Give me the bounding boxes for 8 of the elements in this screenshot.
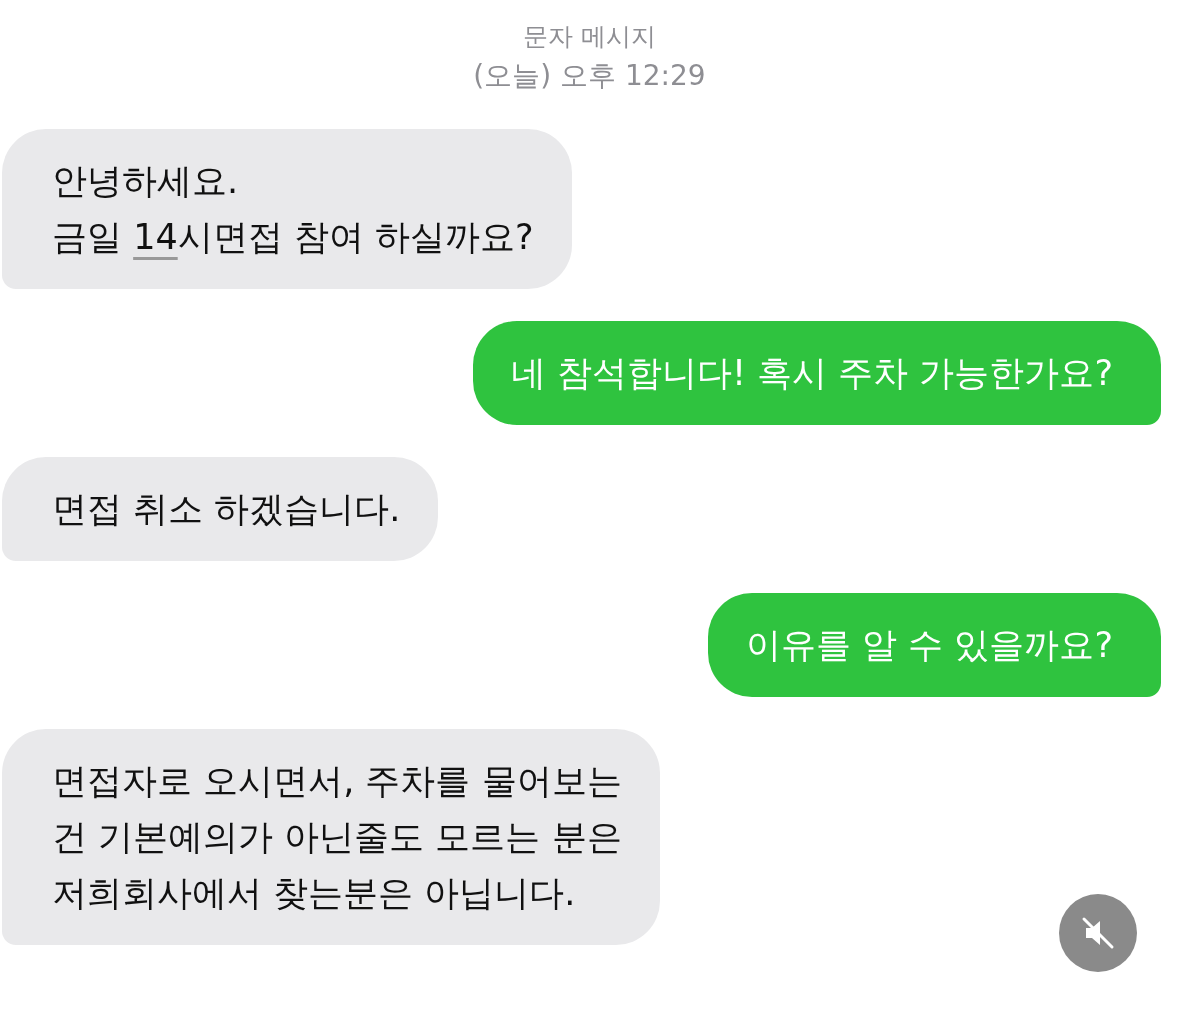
- timestamp: (오늘) 오후 12:29: [473, 58, 706, 94]
- message-text: 면접 취소 하겠습니다.: [52, 488, 401, 531]
- message-text: 네 참석합니다! 혹시 주차 가능한가요?: [510, 352, 1113, 395]
- message-text: 면접자로 오시면서, 주차를 물어보는 건 기본예의가 아닌줄도 모르는 분은 저희회사에서 찾는분은 아닙니다.: [52, 760, 622, 915]
- date-link[interactable]: 14: [133, 217, 178, 257]
- message-text: 이유를 알 수 있을까요?: [746, 624, 1113, 667]
- conversation-title: 문자 메시지: [523, 21, 656, 53]
- message-text: 안녕하세요. 금일 14시면접 참여 하실까요?: [52, 160, 534, 259]
